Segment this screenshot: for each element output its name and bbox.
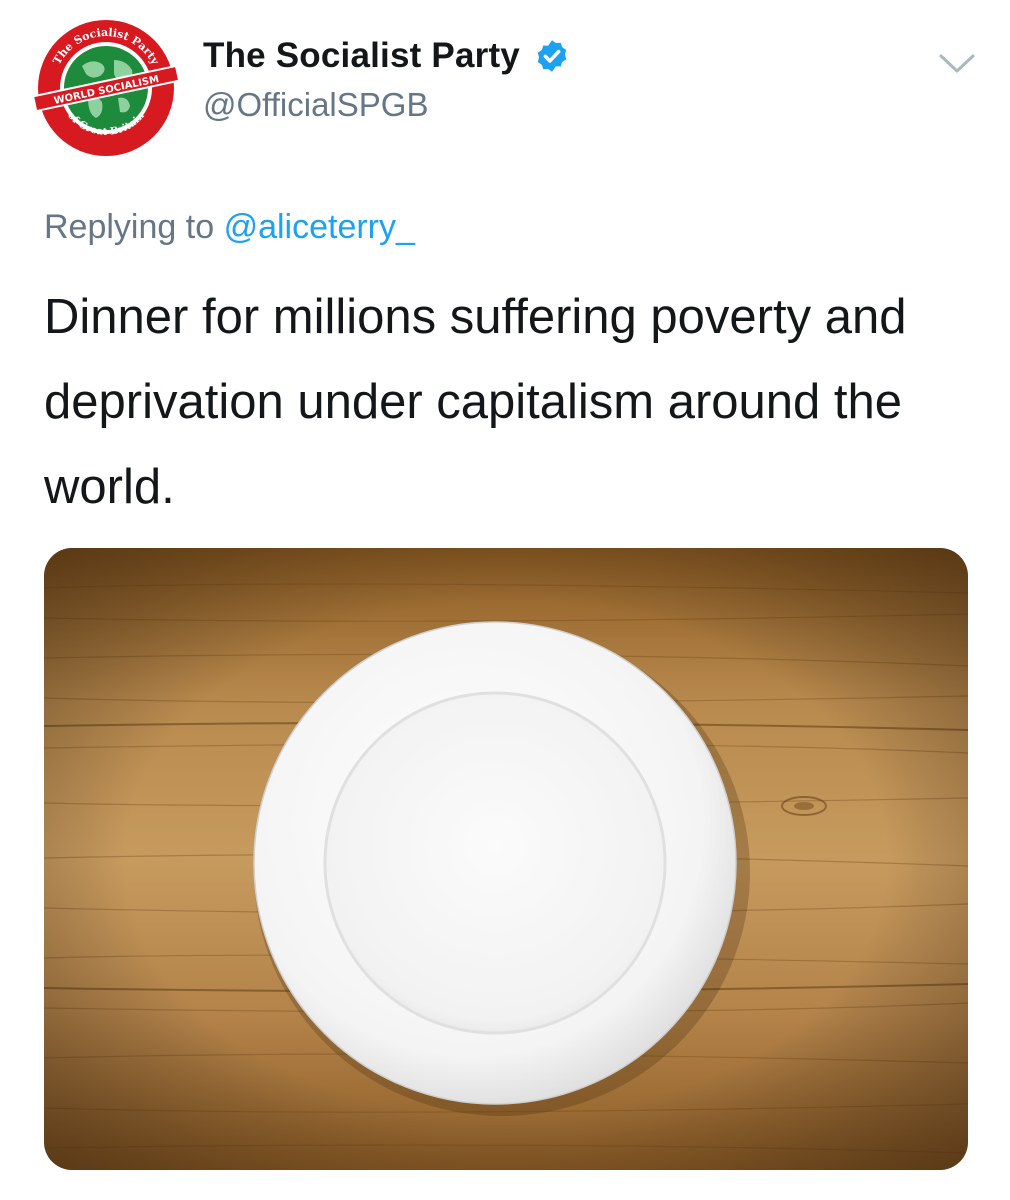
replying-to-line: Replying to @aliceterry_ — [44, 208, 415, 247]
display-name[interactable]: The Socialist Party — [203, 36, 520, 76]
avatar[interactable]: WORLD SOCIALISM The Socialist Party of G… — [32, 14, 180, 162]
tweet-media-image[interactable] — [44, 548, 968, 1170]
socialist-party-logo-icon: WORLD SOCIALISM The Socialist Party of G… — [33, 18, 179, 158]
verified-badge-icon — [537, 40, 567, 72]
empty-plate-on-wooden-table-icon — [44, 548, 968, 1170]
replying-to-label: Replying to — [44, 208, 215, 246]
tweet-text: Dinner for millions suffering poverty an… — [44, 290, 907, 514]
author-handle[interactable]: @OfficialSPGB — [203, 86, 428, 124]
tweet: WORLD SOCIALISM The Socialist Party of G… — [0, 0, 1010, 1200]
reply-user-link[interactable]: @aliceterry_ — [224, 208, 415, 246]
author-name-row[interactable]: The Socialist Party — [203, 36, 570, 76]
chevron-down-icon[interactable] — [937, 52, 977, 76]
